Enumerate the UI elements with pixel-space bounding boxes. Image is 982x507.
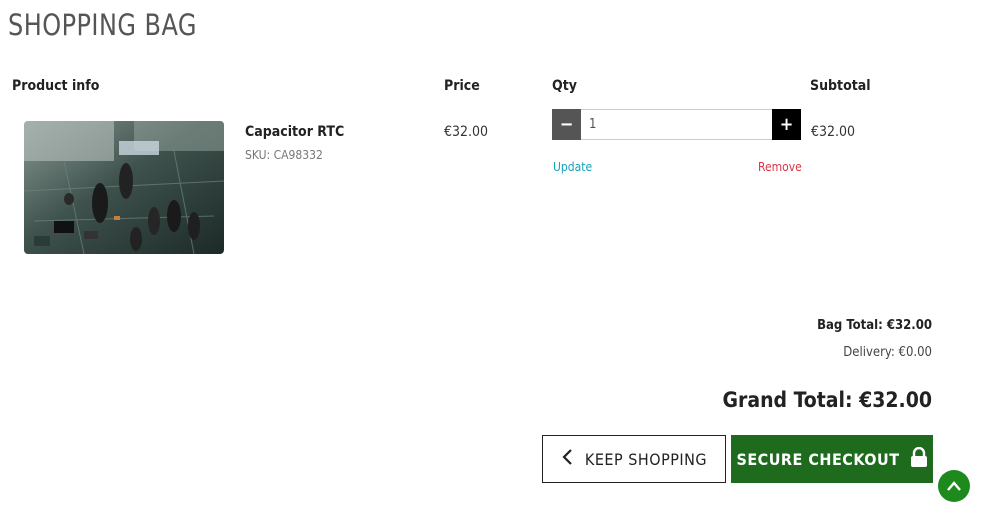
quantity-stepper: − + [552, 109, 801, 140]
circuit-board-image [24, 121, 224, 254]
column-header-subtotal: Subtotal [810, 78, 871, 94]
product-name[interactable]: Capacitor RTC [245, 124, 344, 140]
bag-total: Bag Total: €32.00 [817, 318, 932, 333]
product-sku: SKU: CA98332 [245, 148, 323, 162]
lock-icon [910, 446, 928, 471]
column-header-product: Product info [12, 78, 100, 94]
item-subtotal: €32.00 [811, 124, 856, 140]
chevron-up-icon [946, 477, 962, 496]
update-link[interactable]: Update [553, 160, 592, 174]
product-price: €32.00 [444, 124, 489, 140]
chevron-left-icon [561, 448, 573, 470]
column-header-qty: Qty [552, 78, 577, 94]
qty-input[interactable] [581, 109, 772, 140]
remove-link[interactable]: Remove [758, 160, 802, 174]
delivery-cost: Delivery: €0.00 [843, 345, 932, 360]
keep-shopping-button[interactable]: KEEP SHOPPING [542, 435, 726, 483]
secure-checkout-button[interactable]: SECURE CHECKOUT [731, 435, 933, 483]
keep-shopping-label: KEEP SHOPPING [584, 449, 708, 469]
secure-checkout-label: SECURE CHECKOUT [736, 449, 900, 469]
qty-increment-button[interactable]: + [772, 109, 801, 140]
product-image[interactable] [24, 121, 224, 254]
back-to-top-button[interactable] [938, 470, 970, 502]
page-title: SHOPPING BAG [8, 8, 197, 42]
column-header-price: Price [444, 78, 480, 94]
qty-decrement-button[interactable]: − [552, 109, 581, 140]
grand-total: Grand Total: €32.00 [722, 388, 933, 412]
